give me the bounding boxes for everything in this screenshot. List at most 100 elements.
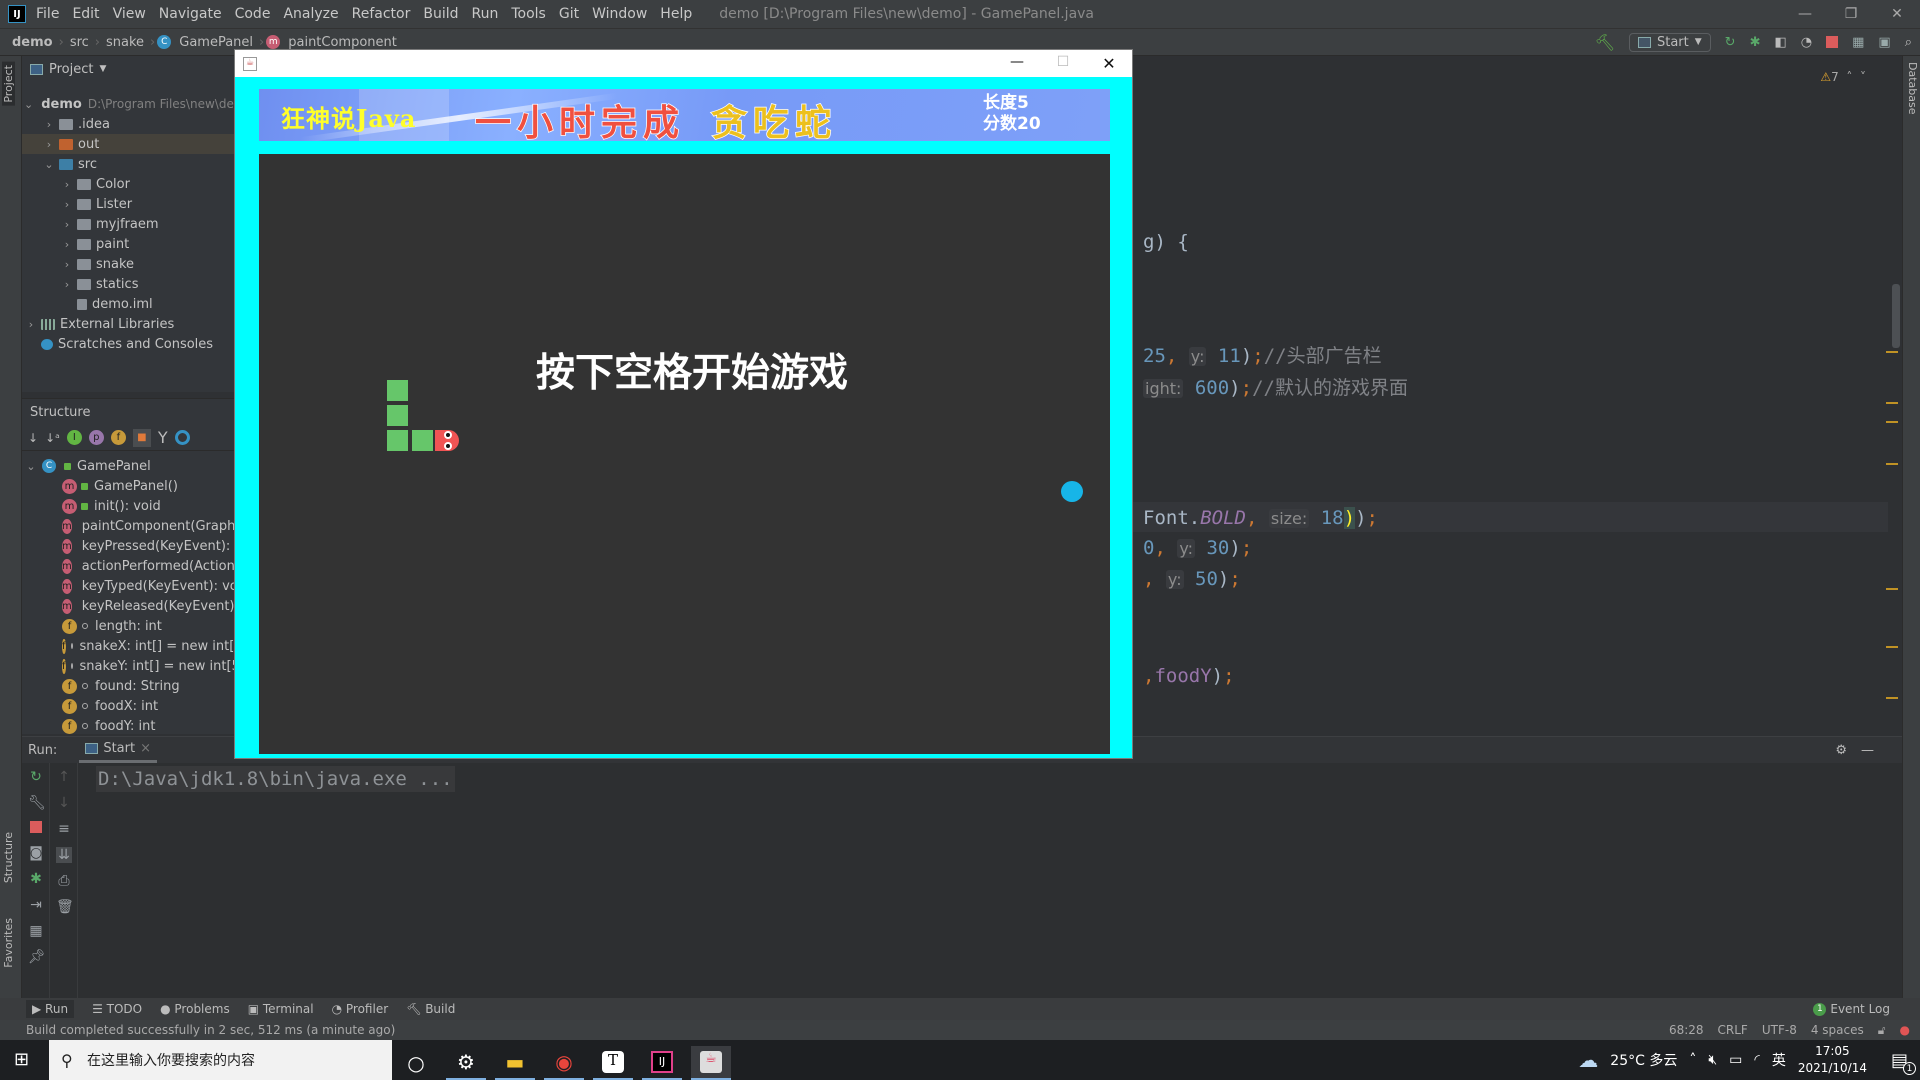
run-tab-start[interactable]: Start × xyxy=(79,737,157,763)
code-line[interactable]: , y: 50); xyxy=(1143,565,1241,593)
intellij-icon[interactable]: IJ xyxy=(642,1046,682,1080)
settings-gear-icon[interactable]: ⚙ xyxy=(446,1046,486,1080)
lambdas-icon[interactable]: Y xyxy=(158,428,168,447)
camera-icon[interactable]: ◙ xyxy=(28,845,44,861)
tab-structure[interactable]: Structure xyxy=(2,832,15,883)
ime-indicator[interactable]: 英 xyxy=(1772,1050,1786,1070)
chevron-right-icon[interactable]: › xyxy=(24,318,38,331)
tray-chevron-icon[interactable]: ˄ xyxy=(1689,1052,1696,1068)
inherited-icon[interactable]: I xyxy=(66,430,82,445)
chevron-right-icon[interactable]: › xyxy=(60,258,74,271)
breadcrumb-demo[interactable]: demo xyxy=(12,35,53,50)
event-log-button[interactable]: 1 Event Log xyxy=(1813,1002,1890,1016)
run-config-dropdown[interactable]: Start ▼ xyxy=(1628,32,1711,52)
wrench-icon[interactable]: 🔧︎ xyxy=(28,795,46,811)
tab-favorites[interactable]: Favorites xyxy=(2,918,15,968)
file-explorer-icon[interactable]: ▬ xyxy=(495,1046,535,1080)
tree-item-snake[interactable]: › snake xyxy=(22,254,234,274)
windows-start-icon[interactable]: ⊞ xyxy=(14,1049,29,1070)
wifi-icon[interactable]: ◜ xyxy=(1754,1052,1759,1068)
project-structure-icon[interactable]: ▦ xyxy=(1852,35,1864,50)
chevron-right-icon[interactable]: › xyxy=(60,218,74,231)
tree-item--idea[interactable]: › .idea xyxy=(22,114,234,134)
structure-item[interactable]: m GamePanel() xyxy=(22,476,234,496)
tab-terminal[interactable]: ▣ Terminal xyxy=(248,1002,314,1016)
tree-item-color[interactable]: › Color xyxy=(22,174,234,194)
warning-marker[interactable] xyxy=(1886,697,1898,699)
soft-wrap-icon[interactable]: ≡ xyxy=(56,821,72,837)
exit-icon[interactable]: ⇥ xyxy=(28,897,44,913)
minimize-button[interactable]: — xyxy=(994,54,1040,73)
status-message[interactable]: Build completed successfully in 2 sec, 5… xyxy=(26,1023,395,1037)
structure-item[interactable]: m keyTyped(KeyEvent): void xyxy=(22,576,234,596)
code-line[interactable]: g) { xyxy=(1143,228,1189,256)
warning-marker[interactable] xyxy=(1886,421,1898,423)
line-separator[interactable]: CRLF xyxy=(1718,1023,1748,1037)
tree-item-paint[interactable]: › paint xyxy=(22,234,234,254)
debug-icon[interactable]: ✱ xyxy=(28,871,44,887)
fields-icon[interactable]: f xyxy=(110,430,126,445)
menu-item-code[interactable]: Code xyxy=(235,6,271,22)
structure-item[interactable]: m init(): void xyxy=(22,496,234,516)
breadcrumb-gamepanel[interactable]: GamePanel xyxy=(179,35,253,50)
taskbar-search[interactable]: ⚲ 在这里输入你要搜索的内容 xyxy=(49,1040,392,1080)
menu-item-window[interactable]: Window xyxy=(592,6,647,22)
menu-item-help[interactable]: Help xyxy=(660,6,692,22)
menu-item-git[interactable]: Git xyxy=(559,6,579,22)
code-line[interactable]: 25, y: 11);//头部广告栏 xyxy=(1143,342,1382,370)
tree-item-statics[interactable]: › statics xyxy=(22,274,234,294)
menu-item-tools[interactable]: Tools xyxy=(511,6,546,22)
file-encoding[interactable]: UTF-8 xyxy=(1762,1023,1797,1037)
warning-marker[interactable] xyxy=(1886,351,1898,353)
code-line[interactable]: ,foodY); xyxy=(1143,662,1235,690)
stop-icon[interactable] xyxy=(1826,36,1839,48)
print-icon[interactable]: ⎙ xyxy=(56,873,72,889)
structure-item[interactable]: f found: String xyxy=(22,676,234,696)
profiler-icon[interactable]: ◔ xyxy=(1801,35,1812,50)
run-anything-icon[interactable]: ▣ xyxy=(1878,35,1890,50)
tab-database[interactable]: Database xyxy=(1906,62,1919,115)
structure-item[interactable]: m keyReleased(KeyEvent): void xyxy=(22,596,234,616)
structure-root[interactable]: ⌄ C GamePanel xyxy=(22,456,234,476)
chevron-down-icon[interactable]: ⌄ xyxy=(42,158,56,171)
tree-item-demo[interactable]: ⌄ demo D:\Program Files\new\demo xyxy=(22,94,234,114)
chevron-down-icon[interactable]: ⌄ xyxy=(24,98,33,111)
game-board[interactable]: 按下空格开始游戏 xyxy=(259,154,1110,754)
chevron-right-icon[interactable]: › xyxy=(60,198,74,211)
chevron-right-icon[interactable]: › xyxy=(60,238,74,251)
warning-marker[interactable] xyxy=(1886,588,1898,590)
tab-todo[interactable]: ☰ TODO xyxy=(92,1002,142,1016)
trash-icon[interactable]: 🗑︎ xyxy=(56,899,74,915)
game-title-bar[interactable]: ☕︎ — ☐ ✕ xyxy=(235,50,1132,77)
layout-icon[interactable]: ▦ xyxy=(28,923,44,939)
settings-gear-icon[interactable]: ⚙ xyxy=(1835,743,1847,758)
menu-item-view[interactable]: View xyxy=(113,6,146,22)
code-line[interactable]: ight: 600);//默认的游戏界面 xyxy=(1143,374,1408,402)
lock-icon[interactable]: 🔓︎ xyxy=(1878,1023,1886,1038)
structure-item[interactable]: f foodY: int xyxy=(22,716,234,736)
hide-panel-icon[interactable]: — xyxy=(1861,743,1874,758)
anonymous-icon[interactable] xyxy=(174,430,190,445)
maximize-button[interactable]: ☐ xyxy=(1040,54,1086,73)
tab-project[interactable]: Project xyxy=(2,62,15,106)
tab-run[interactable]: ▶ Run xyxy=(26,1000,75,1018)
warning-marker[interactable] xyxy=(1886,646,1898,648)
chevron-right-icon[interactable]: › xyxy=(60,278,74,291)
structure-item[interactable]: m keyPressed(KeyEvent): void xyxy=(22,536,234,556)
restore-ide-button[interactable]: ❐ xyxy=(1828,6,1874,22)
menu-item-run[interactable]: Run xyxy=(472,6,499,22)
clock[interactable]: 17:05 2021/10/14 xyxy=(1798,1043,1867,1077)
weather-cloud-icon[interactable]: ☁ xyxy=(1578,1048,1598,1072)
tree-item-demo-iml[interactable]: demo.iml xyxy=(22,294,234,314)
breadcrumb-paintcomponent[interactable]: paintComponent xyxy=(288,35,397,50)
structure-item[interactable]: f foodX: int xyxy=(22,696,234,716)
cortana-icon[interactable]: ○ xyxy=(396,1046,436,1080)
properties-icon[interactable]: p xyxy=(88,430,104,445)
caret-position[interactable]: 68:28 xyxy=(1669,1023,1704,1037)
rerun-icon[interactable]: ↻ xyxy=(1725,35,1736,50)
tree-item-lister[interactable]: › Lister xyxy=(22,194,234,214)
scroll-to-end-icon[interactable]: ⇊ xyxy=(56,847,72,863)
tab-problems[interactable]: ● Problems xyxy=(160,1002,230,1016)
tab-profiler[interactable]: ◔ Profiler xyxy=(332,1002,389,1016)
minimize-ide-button[interactable]: — xyxy=(1782,6,1828,22)
